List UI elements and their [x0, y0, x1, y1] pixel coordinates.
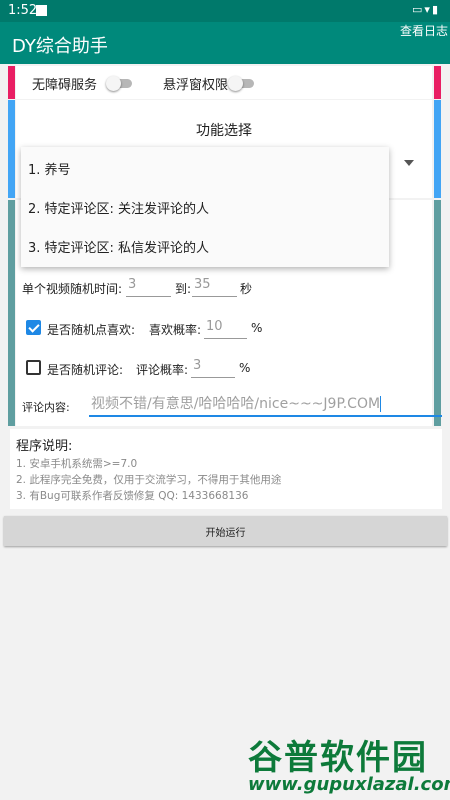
function-dropdown-menu: 1. 养号 2. 特定评论区: 关注发评论的人 3. 特定评论区: 私信发评论的… [21, 147, 389, 267]
description-card: 程序说明: 1. 安卓手机系统需>=7.0 2. 此程序完全免费，仅用于交流学习… [10, 429, 442, 509]
wifi-icon: ▾ [424, 3, 432, 16]
like-rate-input[interactable]: 10 [204, 317, 247, 339]
video-time-label: 单个视频随机时间: [22, 282, 123, 296]
dropdown-option[interactable]: 3. 特定评论区: 私信发评论的人 [28, 237, 209, 256]
like-rate-label: 喜欢概率: [149, 323, 202, 337]
accessibility-label: 无障碍服务 [32, 78, 98, 93]
comment-rate-input[interactable]: 3 [191, 356, 235, 378]
view-log-button[interactable]: 查看日志 [400, 22, 448, 39]
description-line: 3. 有Bug可联系作者反馈修复 QQ: 1433668136 [16, 490, 249, 502]
floating-window-label: 悬浮窗权限 [163, 78, 229, 93]
status-time: 1:52 [8, 3, 38, 18]
video-time-from-input[interactable]: 3 [126, 275, 171, 297]
dropdown-option[interactable]: 1. 养号 [28, 159, 71, 178]
random-like-label: 是否随机点喜欢: [47, 323, 136, 337]
notification-icon [36, 5, 47, 16]
system-icons: ▭▾▮ [412, 3, 440, 16]
comment-content-input[interactable]: 视频不错/有意思/哈哈哈哈/nice~~~J9P.COM [89, 393, 442, 417]
start-run-button[interactable]: 开始运行 [4, 516, 447, 546]
random-like-checkbox[interactable] [26, 320, 41, 335]
comment-content-placeholder: 视频不错/有意思/哈哈哈哈/nice~~~J9P.COM [91, 396, 381, 412]
battery-icon: ▮ [431, 3, 440, 16]
description-line: 2. 此程序完全免费，仅用于交流学习，不得用于其他用途 [16, 474, 282, 486]
like-rate-unit: % [251, 321, 263, 335]
random-comment-checkbox[interactable] [26, 360, 41, 375]
app-title: DY综合助手 [12, 36, 108, 57]
accessibility-switch[interactable] [106, 76, 132, 91]
permissions-card: 无障碍服务 悬浮窗权限 [16, 66, 432, 99]
video-time-to-label: 到: [175, 282, 192, 296]
watermark-logo: 谷普软件园 www.gupuxlazal.com [248, 730, 450, 800]
stripe-settings [8, 200, 15, 426]
switch-knob [228, 76, 243, 91]
description-title: 程序说明: [16, 439, 73, 454]
comment-content-label: 评论内容: [22, 401, 70, 414]
stripe-toggles [8, 66, 15, 99]
watermark-url: www.gupuxlazal.com [248, 774, 450, 795]
cast-icon: ▭ [412, 3, 425, 16]
floating-window-switch[interactable] [228, 76, 254, 91]
stripe-toggles-right [434, 66, 441, 99]
function-select-title: 功能选择 [196, 123, 252, 139]
comment-rate-label: 评论概率: [136, 363, 189, 377]
random-comment-label: 是否随机评论: [47, 363, 124, 377]
description-line: 1. 安卓手机系统需>=7.0 [16, 458, 138, 470]
video-time-to-input[interactable]: 35 [192, 275, 237, 297]
comment-rate-unit: % [239, 361, 251, 375]
app-bar: DY综合助手 查看日志 [0, 22, 450, 64]
stripe-function [8, 100, 15, 198]
dropdown-arrow-icon[interactable] [404, 160, 414, 166]
watermark-title: 谷普软件园 [248, 738, 428, 778]
status-bar: 1:52 ▭▾▮ [0, 0, 450, 22]
text-caret [380, 396, 382, 412]
stripe-function-right [434, 100, 441, 198]
dropdown-option[interactable]: 2. 特定评论区: 关注发评论的人 [28, 198, 209, 217]
switch-knob [106, 76, 121, 91]
video-time-unit: 秒 [240, 282, 253, 296]
